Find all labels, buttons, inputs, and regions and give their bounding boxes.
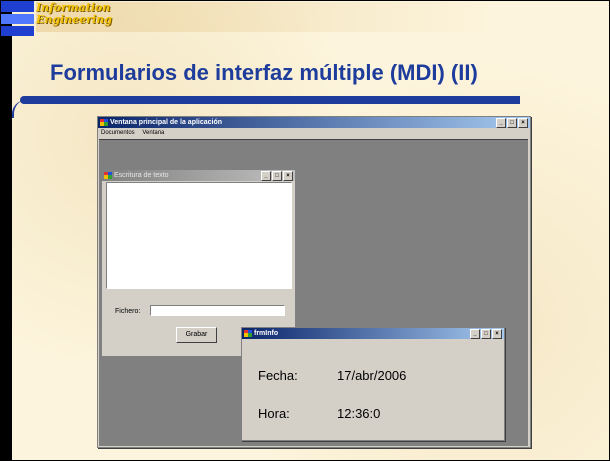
slide-border [0,0,610,461]
